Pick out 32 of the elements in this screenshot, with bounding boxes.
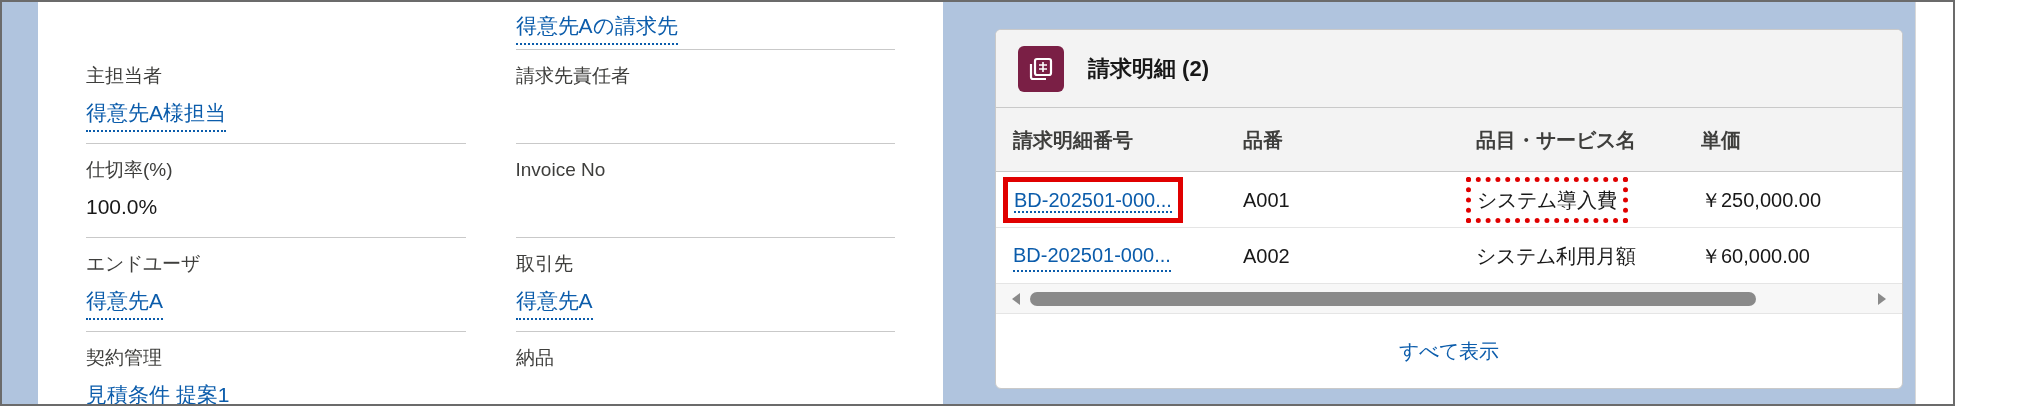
field-link[interactable]: 得意先A — [515, 284, 593, 320]
field-link[interactable]: 得意先Aの請求先 — [515, 9, 678, 45]
table-cell-text: A002 — [1243, 243, 1290, 269]
scrollbar-thumb[interactable] — [1030, 291, 1756, 306]
field-value: 100.0% — [86, 194, 158, 220]
scroll-left-icon[interactable] — [1012, 292, 1020, 305]
field-link[interactable]: 得意先A様担当 — [86, 96, 226, 132]
table-cell-text: システム利用月額 — [1476, 243, 1636, 269]
list-icon — [1018, 45, 1064, 92]
field-label: 主担当者 — [86, 64, 162, 88]
field-label: 納品 — [515, 346, 554, 370]
field-label: 契約管理 — [86, 346, 162, 370]
view-all-link[interactable]: すべて表示 — [1399, 336, 1499, 366]
scroll-right-icon[interactable] — [1878, 292, 1886, 305]
column-header[interactable]: 単価 — [1701, 128, 1741, 151]
field-label: Invoice No — [515, 158, 606, 182]
table-cell: システム導入費 — [1477, 188, 1617, 211]
table-cell-text: ￥60,000.00 — [1701, 243, 1810, 269]
field-label: 取引先 — [515, 252, 573, 276]
field-link[interactable]: 得意先A — [86, 284, 163, 320]
record-link[interactable]: BD-202501-000... — [1013, 239, 1171, 272]
column-header[interactable]: 請求明細番号 — [1013, 128, 1133, 151]
column-header[interactable]: 品目・サービス名 — [1476, 128, 1636, 151]
column-header[interactable]: 品番 — [1243, 128, 1283, 151]
table-cell-text: ￥250,000.00 — [1701, 187, 1822, 213]
field-label: 仕切率(%) — [86, 158, 173, 182]
table-cell-text: A001 — [1243, 187, 1290, 213]
record-link[interactable]: BD-202501-000... — [1014, 188, 1172, 213]
horizontal-scrollbar[interactable] — [996, 284, 1902, 314]
list-title: 請求明細 (2) — [1088, 55, 1209, 83]
field-label: エンドユーザ — [86, 252, 200, 276]
field-label: 請求先責任者 — [515, 64, 630, 88]
